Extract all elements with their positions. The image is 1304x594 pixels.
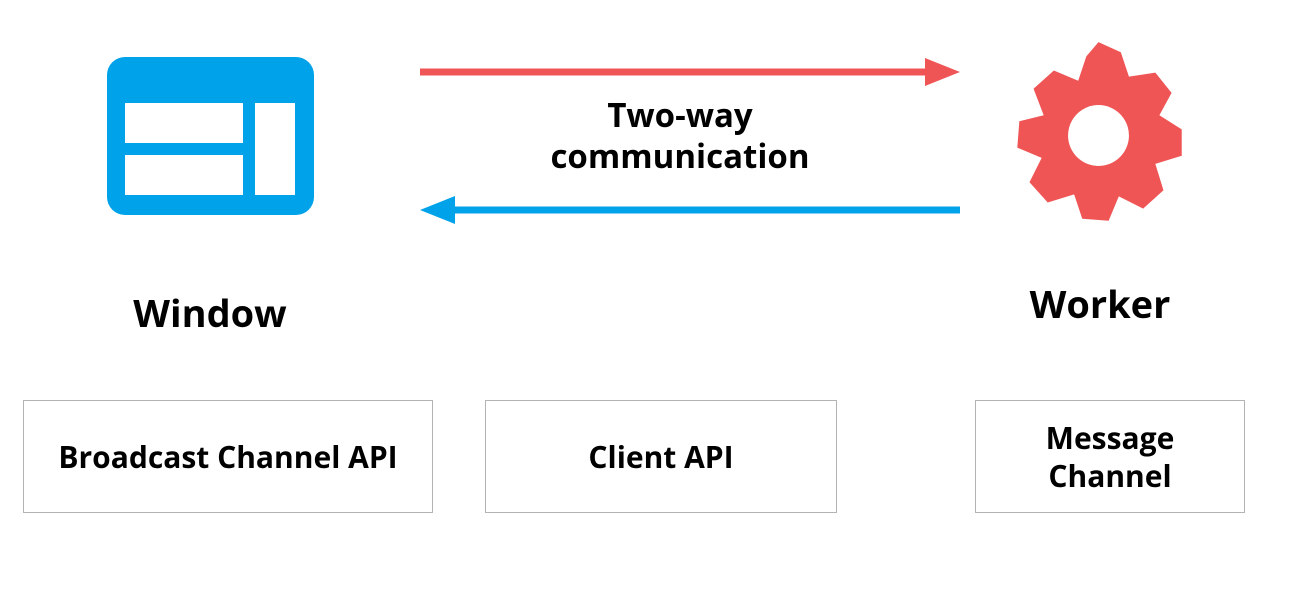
worker-label: Worker: [945, 278, 1255, 330]
communication-label: Two-way communication: [420, 94, 940, 177]
api-box-client: Client API: [485, 400, 837, 513]
arrow-right-icon: [420, 52, 960, 92]
gear-icon: [997, 34, 1200, 237]
api-box-broadcast: Broadcast Channel API: [23, 400, 433, 513]
window-pane: [125, 155, 243, 195]
window-pane: [255, 103, 295, 195]
communication-label-line: communication: [550, 133, 809, 178]
api-box-message: Message Channel: [975, 400, 1245, 513]
window-pane: [125, 103, 243, 143]
arrow-left-icon: [420, 190, 960, 230]
communication-label-line: Two-way: [607, 92, 752, 137]
window-icon: [107, 57, 314, 215]
window-label: Window: [0, 287, 420, 339]
